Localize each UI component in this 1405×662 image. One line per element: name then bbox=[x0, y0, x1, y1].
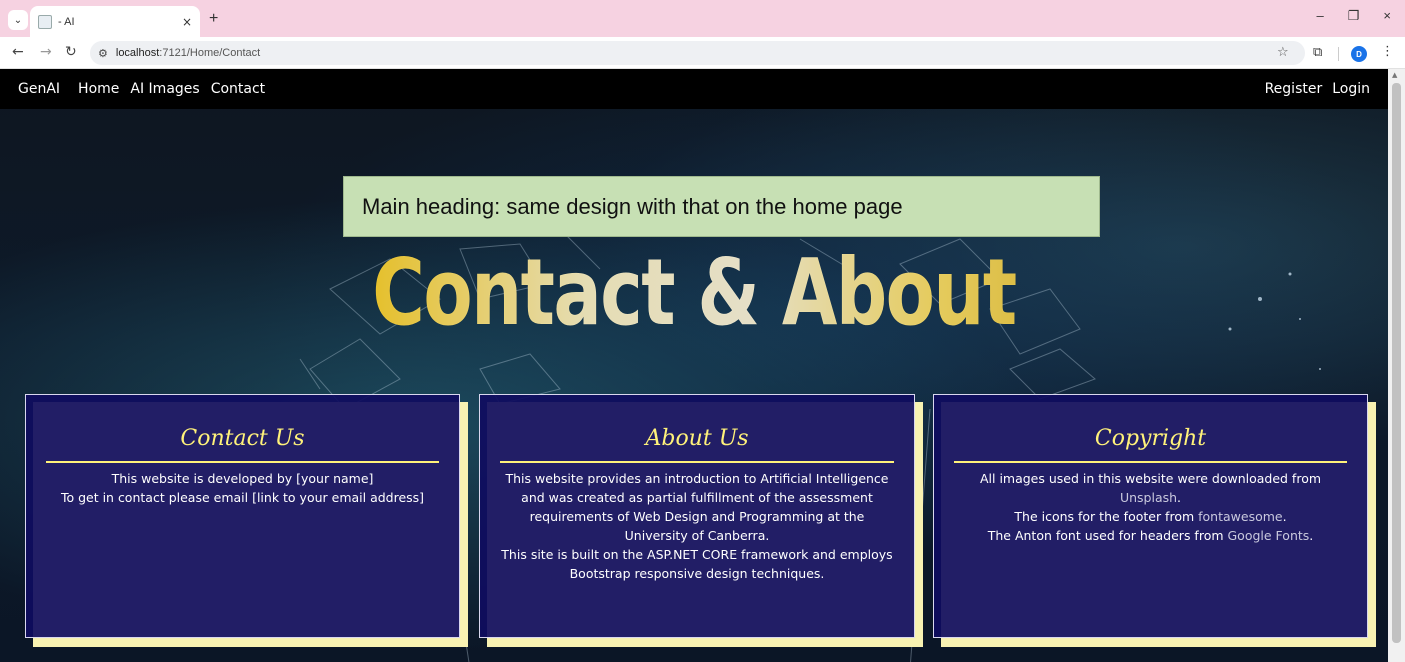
toolbar-divider bbox=[1338, 47, 1339, 61]
page-favicon-icon bbox=[38, 14, 52, 29]
nav-link-register[interactable]: Register bbox=[1265, 81, 1323, 97]
page-scrollbar[interactable]: ▲ bbox=[1388, 69, 1405, 662]
arrow-right-icon[interactable]: → bbox=[40, 44, 52, 60]
card-text: This site is built on the ASP.NET CORE f… bbox=[501, 547, 893, 581]
about-card: About Us This website provides an introd… bbox=[479, 394, 915, 638]
scroll-thumb[interactable] bbox=[1392, 83, 1401, 643]
site-navbar: GenAI Home AI Images Contact Register Lo… bbox=[0, 69, 1388, 109]
google-fonts-link[interactable]: Google Fonts bbox=[1228, 528, 1310, 543]
card-text: This website is developed by [your name] bbox=[111, 471, 374, 486]
copyright-card: Copyright All images used in this websit… bbox=[933, 394, 1368, 638]
nav-link-home[interactable]: Home bbox=[78, 81, 119, 97]
nav-auth-links: Register Login bbox=[1265, 81, 1370, 97]
card-divider bbox=[954, 461, 1347, 463]
page-title: Contact & About bbox=[153, 247, 1236, 339]
annotation-callout: Main heading: same design with that on t… bbox=[343, 176, 1100, 237]
card-divider bbox=[46, 461, 439, 463]
window-controls: – ❐ × bbox=[1317, 8, 1391, 24]
card-body: This website provides an introduction to… bbox=[480, 469, 914, 583]
minimize-button[interactable]: – bbox=[1317, 8, 1324, 24]
card-body: All images used in this website were dow… bbox=[934, 469, 1367, 545]
card-divider bbox=[500, 461, 894, 463]
contact-card: Contact Us This website is developed by … bbox=[25, 394, 460, 638]
chevron-down-icon[interactable]: ⌄ bbox=[8, 10, 28, 30]
card-body: This website is developed by [your name]… bbox=[26, 469, 459, 507]
card-text: The icons for the footer from fontawesom… bbox=[1014, 509, 1287, 524]
fontawesome-link[interactable]: fontawesome bbox=[1198, 509, 1282, 524]
new-tab-button[interactable]: + bbox=[209, 10, 218, 28]
reload-icon[interactable]: ↻ bbox=[65, 44, 77, 60]
profile-avatar[interactable]: D bbox=[1351, 46, 1367, 62]
close-icon[interactable]: × bbox=[182, 15, 192, 29]
tab-title: - AI bbox=[58, 15, 75, 28]
page-viewport: GenAI Home AI Images Contact Register Lo… bbox=[0, 69, 1388, 662]
card-text: This website provides an introduction to… bbox=[505, 471, 889, 543]
puzzle-icon[interactable]: ⧉ bbox=[1313, 45, 1322, 60]
nav-link-contact[interactable]: Contact bbox=[211, 81, 265, 97]
card-title: Contact Us bbox=[180, 426, 305, 451]
card-title: Copyright bbox=[1094, 426, 1207, 451]
url-text: localhost:7121/Home/Contact bbox=[115, 47, 261, 59]
nav-link-ai-images[interactable]: AI Images bbox=[130, 81, 199, 97]
unsplash-link[interactable]: Unsplash bbox=[1120, 490, 1177, 505]
arrow-left-icon[interactable]: ← bbox=[12, 44, 24, 60]
close-window-button[interactable]: × bbox=[1383, 8, 1391, 24]
browser-tab[interactable]: - AI × bbox=[30, 6, 200, 37]
card-text: All images used in this website were dow… bbox=[979, 471, 1322, 505]
restore-button[interactable]: ❐ bbox=[1348, 8, 1360, 24]
tune-icon[interactable]: ⚙ bbox=[98, 47, 108, 60]
card-text: The Anton font used for headers from Goo… bbox=[987, 528, 1314, 543]
star-icon[interactable]: ☆ bbox=[1277, 45, 1289, 60]
nav-brand-link[interactable]: GenAI bbox=[18, 81, 60, 97]
card-title: About Us bbox=[645, 426, 749, 451]
browser-tabstrip: ⌄ - AI × + – ❐ × bbox=[0, 0, 1405, 37]
browser-toolbar: ← → ↻ ⚙ localhost:7121/Home/Contact ☆ ⧉ … bbox=[0, 37, 1405, 69]
kebab-menu-icon[interactable]: ⋮ bbox=[1381, 44, 1394, 59]
scroll-up-icon[interactable]: ▲ bbox=[1392, 71, 1397, 79]
card-text: To get in contact please email [link to … bbox=[60, 490, 425, 505]
address-bar[interactable]: ⚙ localhost:7121/Home/Contact bbox=[90, 41, 1305, 65]
nav-link-login[interactable]: Login bbox=[1332, 81, 1370, 97]
